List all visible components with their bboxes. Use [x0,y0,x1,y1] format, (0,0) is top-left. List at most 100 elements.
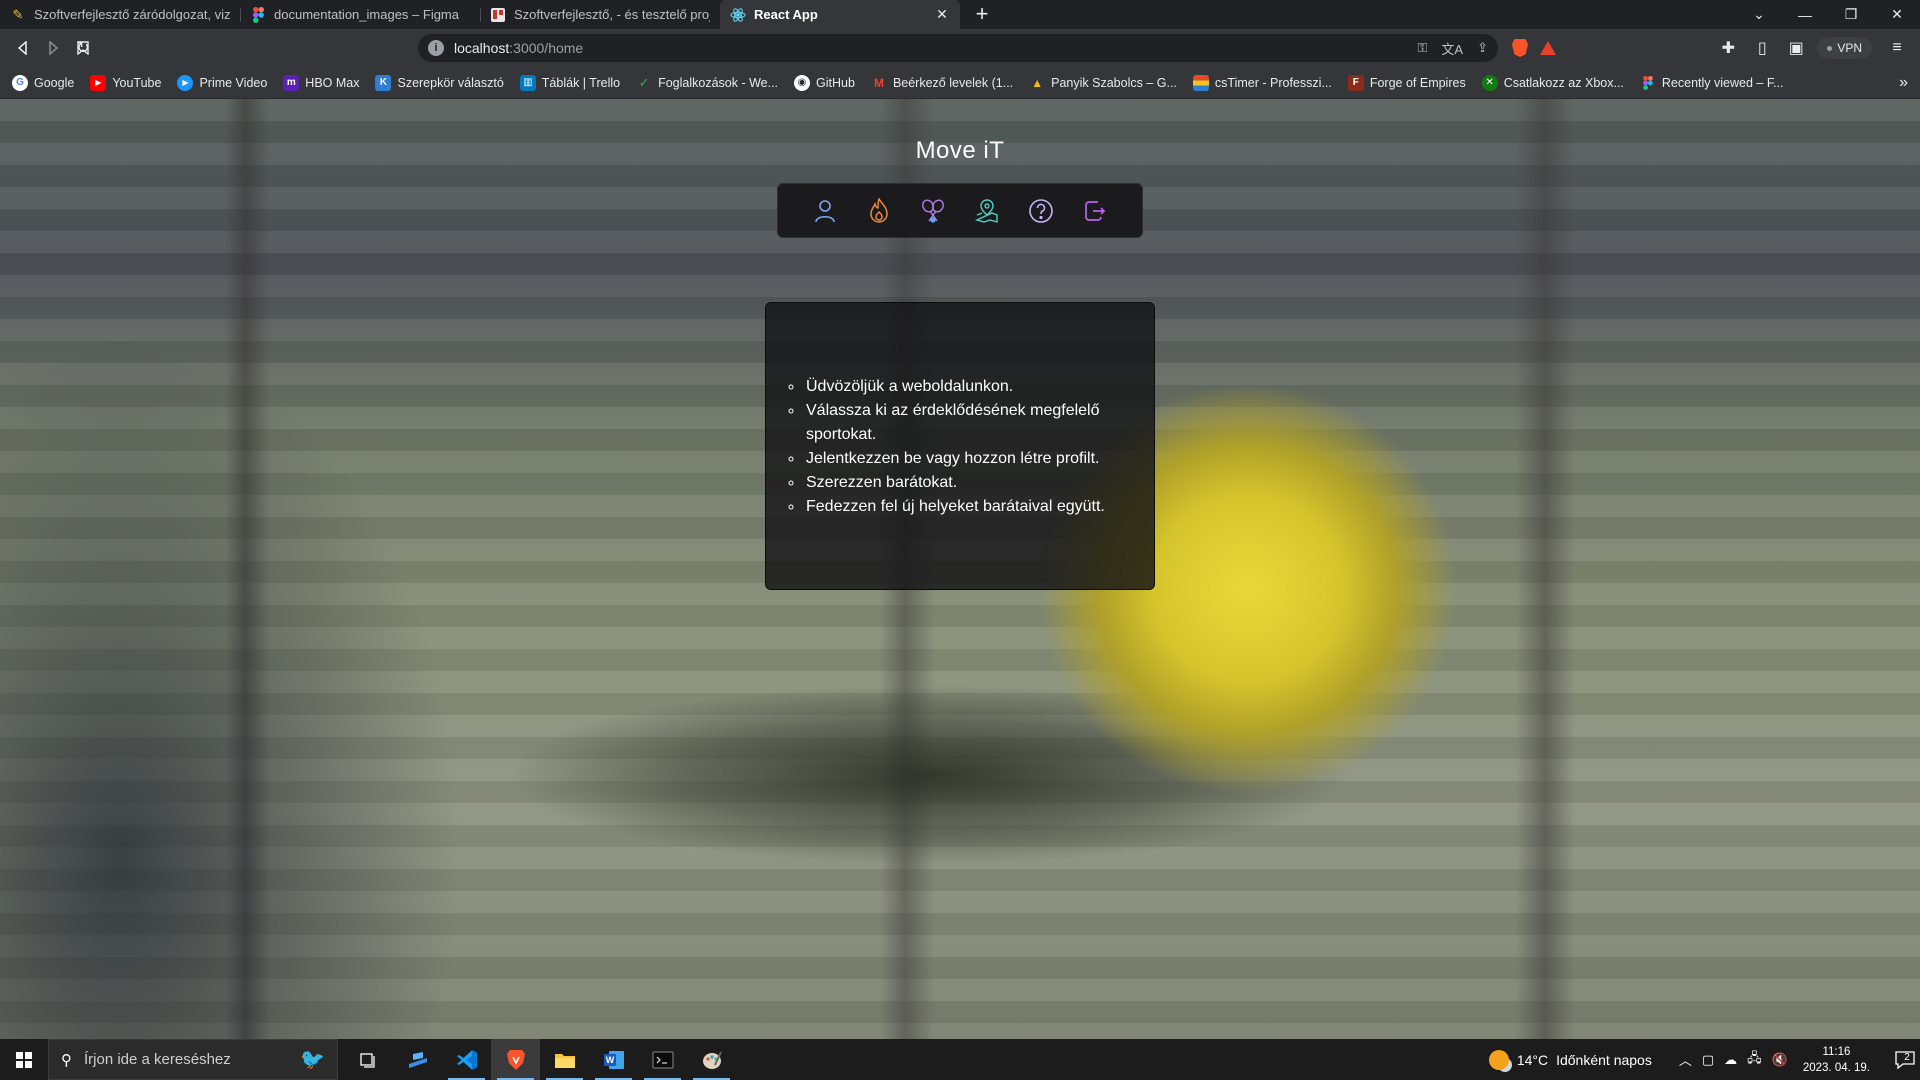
close-tab-icon[interactable]: ✕ [934,6,950,23]
pencil-doc-icon: ✎ [12,6,24,22]
user-icon[interactable] [810,196,840,226]
weather-widget[interactable]: 14°C Időnként napos [1488,1049,1652,1070]
url-path: :3000/home [509,40,584,56]
google-drive-icon: ▲ [1031,75,1044,90]
translate-icon[interactable]: 文A [1441,39,1463,58]
extensions-icon[interactable]: ✚ [1713,33,1743,63]
start-button[interactable] [0,1039,48,1080]
url-host: localhost [454,40,510,56]
onedrive-icon[interactable]: ☁ [1724,1052,1737,1068]
bookmark-icon[interactable] [68,33,98,63]
welcome-card: Üdvözöljük a weboldalunkon. Válassza ki … [765,302,1155,590]
clock-time: 11:16 [1822,1045,1851,1058]
bookmark-hbo-max[interactable]: m HBO Max [283,74,359,91]
minimize-icon[interactable]: — [1782,7,1828,23]
cstimer-icon [1192,74,1209,91]
bookmark-forge-of-empires[interactable]: F Forge of Empires [1347,74,1466,91]
menu-icon[interactable]: ≡ [1882,33,1912,63]
brave-shields-icon[interactable] [1512,39,1528,57]
bookmark-foglalkozasok[interactable]: ✓ Foglalkozások - We... [636,75,778,91]
window-controls: ⌄ — ❐ ✕ [1736,0,1920,29]
word-icon[interactable]: W [589,1039,638,1080]
search-icon: ⚲ [61,1051,72,1069]
bookmark-trello[interactable]: ▥ Táblák | Trello [519,74,620,91]
bookmark-szerepkor[interactable]: K Szerepkör választó [375,74,504,91]
wallet-icon[interactable]: ▣ [1781,33,1811,63]
tab-0[interactable]: ✎ Szoftverfejlesztő záródolgozat, vizsga [0,0,240,29]
clock[interactable]: 11:16 2023. 04. 19. [1803,1044,1870,1076]
new-tab-button[interactable]: + [968,0,996,28]
tab-1[interactable]: documentation_images – Figma [240,0,480,29]
task-view-icon[interactable] [344,1039,393,1080]
bookmark-youtube[interactable]: ▶ YouTube [90,74,161,91]
sidebar-icon[interactable]: ▯ [1747,33,1777,63]
browser-toolbar: ↻ i localhost :3000/home ⚿ 文A ⇪ ✚ ▯ ▣ VP… [0,29,1920,67]
brave-rewards-icon[interactable] [1540,41,1556,55]
help-circle-icon[interactable] [1026,196,1056,226]
list-item: Üdvözöljük a weboldalunkon. [804,375,1134,399]
bookmark-google[interactable]: G Google [12,74,74,91]
system-tray: 14°C Időnként napos ︿ ▢ ☁ 🖧 🔇 11:16 2023… [1488,1039,1920,1080]
brave-browser-icon[interactable] [491,1039,540,1080]
close-window-icon[interactable]: ✕ [1874,6,1920,23]
github-icon: ◉ [794,74,811,91]
vscode-icon[interactable] [442,1039,491,1080]
map-location-icon[interactable] [972,196,1002,226]
bookmark-github[interactable]: ◉ GitHub [794,74,855,91]
file-explorer-icon[interactable] [540,1039,589,1080]
figma-icon [250,6,266,23]
taskbar-app-generic-icon[interactable] [393,1039,442,1080]
windows-logo-icon [16,1051,32,1068]
forward-icon[interactable] [38,33,68,63]
badminton-icon[interactable] [918,196,948,226]
network-icon[interactable]: 🖧 [1747,1049,1762,1071]
main-nav [777,183,1143,238]
notification-center-icon[interactable]: 2 [1884,1039,1920,1080]
app-title: Move iT [915,137,1005,164]
tab-2[interactable]: Szoftverfejlesztő, - és tesztelő projekt [480,0,720,29]
bookmark-prime-video[interactable]: ▶ Prime Video [177,74,267,91]
share-icon[interactable]: ⇪ [1477,40,1488,56]
meet-now-icon[interactable]: ▢ [1702,1052,1714,1068]
site-info-icon[interactable]: i [428,40,444,56]
weather-text: Időnként napos [1556,1051,1652,1068]
list-item: Jelentkezzen be vagy hozzon létre profil… [804,447,1134,471]
tab-3-active[interactable]: React App ✕ [720,0,960,29]
tab-search-icon[interactable]: ⌄ [1736,6,1782,23]
trello-icon [490,7,506,23]
terminal-icon[interactable] [638,1039,687,1080]
search-placeholder: Írjon ide a kereséshez [84,1051,231,1068]
gmail-icon: M [873,75,884,90]
bookmark-google-drive[interactable]: ▲ Panyik Szabolcs – G... [1029,75,1177,91]
paint-icon[interactable] [687,1039,736,1080]
trello-icon: ▥ [519,74,536,91]
list-item: Fedezzen fel új helyeket barátaival együ… [804,495,1134,519]
fire-icon[interactable] [864,196,894,226]
tab-strip: ✎ Szoftverfejlesztő záródolgozat, vizsga… [0,0,1920,29]
bookmark-gmail[interactable]: M Beérkező levelek (1... [871,75,1013,91]
taskbar-apps: W [344,1039,736,1080]
tab-title: Szoftverfejlesztő záródolgozat, vizsga [34,7,230,22]
bookmark-cstimer[interactable]: csTimer - Professzi... [1192,74,1332,91]
back-icon[interactable] [8,33,38,63]
more-bookmarks-icon[interactable]: » [1899,74,1908,92]
xbox-icon: ✕ [1481,74,1498,91]
vpn-button[interactable]: VPN [1817,37,1872,59]
forge-of-empires-icon: F [1347,74,1364,91]
volume-muted-icon[interactable]: 🔇 [1772,1052,1788,1068]
youtube-icon: ▶ [90,74,107,91]
show-hidden-icons-icon[interactable]: ︿ [1679,1050,1692,1069]
prime-video-icon: ▶ [177,74,194,91]
restore-icon[interactable]: ❐ [1828,6,1874,23]
address-bar[interactable]: i localhost :3000/home ⚿ 文A ⇪ [77,34,1498,62]
key-icon[interactable]: ⚿ [1418,40,1428,56]
logout-icon[interactable] [1080,196,1110,226]
weather-temp: 14°C [1516,1051,1549,1068]
taskbar-search[interactable]: ⚲ Írjon ide a kereséshez 🐦 [48,1039,338,1080]
bookmarks-bar: G Google ▶ YouTube ▶ Prime Video m HBO Max K… [0,67,1920,99]
check-logo-icon: ✓ [638,74,650,90]
bookmark-xbox[interactable]: ✕ Csatlakozz az Xbox... [1481,74,1624,91]
bookmark-recently-viewed[interactable]: Recently viewed – F... [1640,75,1784,91]
windows-taskbar: ⚲ Írjon ide a kereséshez 🐦 W 14°C Időnké… [0,1039,1920,1080]
clock-date: 2023. 04. 19. [1802,1061,1870,1074]
